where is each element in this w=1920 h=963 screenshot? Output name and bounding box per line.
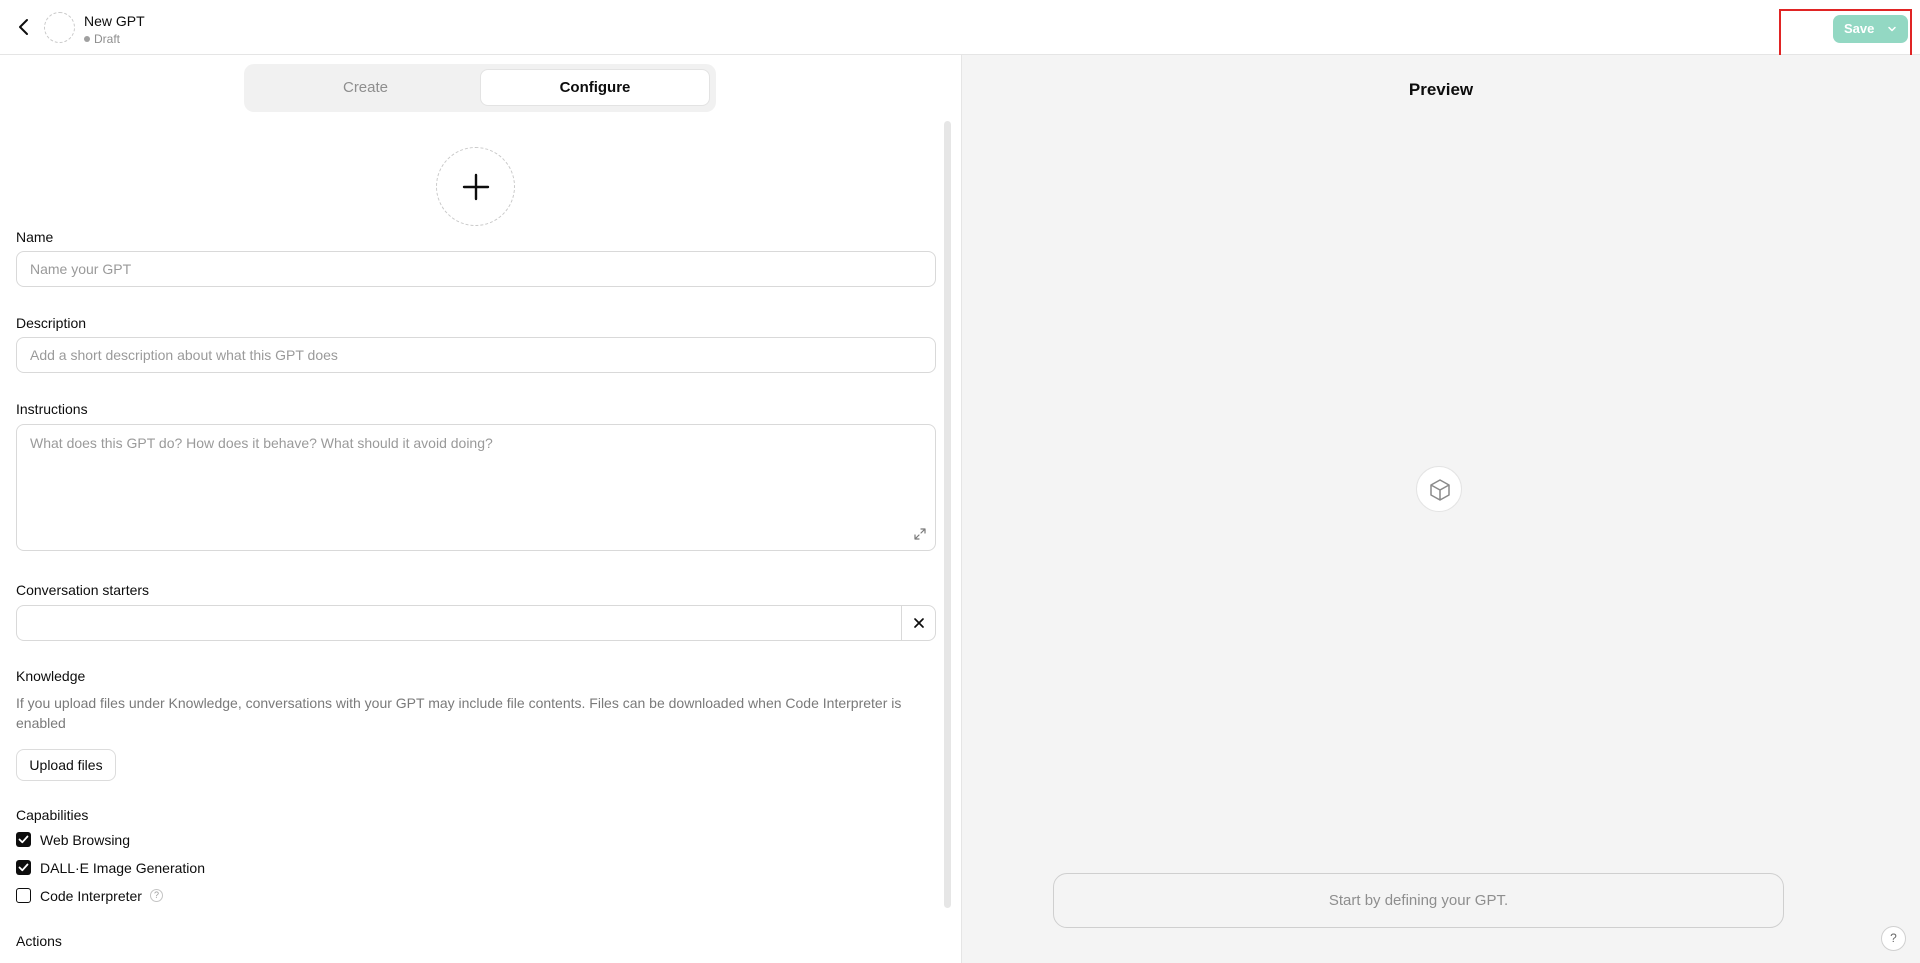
checkmark-icon bbox=[18, 863, 29, 872]
gpt-title: New GPT bbox=[84, 13, 145, 29]
back-button[interactable] bbox=[14, 17, 34, 37]
checkmark-icon bbox=[18, 835, 29, 844]
preview-title: Preview bbox=[1408, 80, 1474, 99]
dalle-label: DALL·E Image Generation bbox=[40, 860, 205, 876]
remove-starter-button[interactable] bbox=[901, 605, 936, 641]
name-label: Name bbox=[16, 229, 54, 245]
instructions-textarea[interactable] bbox=[16, 424, 936, 551]
mode-tabs: Create Configure bbox=[244, 64, 716, 112]
conversation-starter-input[interactable] bbox=[16, 605, 902, 641]
actions-label: Actions bbox=[16, 933, 62, 949]
knowledge-description: If you upload files under Knowledge, con… bbox=[16, 695, 902, 731]
conversation-starters-label: Conversation starters bbox=[16, 582, 150, 598]
code-interpreter-checkbox[interactable] bbox=[16, 888, 31, 903]
code-interpreter-help-icon[interactable]: ? bbox=[150, 889, 163, 902]
cube-icon bbox=[1430, 479, 1450, 501]
conversation-starter-row bbox=[16, 605, 936, 641]
tab-configure[interactable]: Configure bbox=[480, 69, 710, 106]
draft-status-label: Draft bbox=[94, 32, 121, 46]
knowledge-label: Knowledge bbox=[16, 668, 86, 684]
code-interpreter-label: Code Interpreter bbox=[40, 888, 142, 904]
plus-icon bbox=[462, 173, 490, 201]
description-label: Description bbox=[16, 315, 87, 331]
preview-message-input[interactable]: Start by defining your GPT. bbox=[1053, 873, 1784, 928]
save-button-label: Save bbox=[1844, 21, 1875, 36]
gpt-avatar-placeholder bbox=[44, 12, 75, 43]
capabilities-label: Capabilities bbox=[16, 807, 89, 823]
upload-files-button[interactable]: Upload files bbox=[16, 749, 116, 781]
tab-create[interactable]: Create bbox=[252, 69, 479, 106]
name-input[interactable] bbox=[16, 251, 936, 287]
description-input[interactable] bbox=[16, 337, 936, 373]
preview-panel: Preview Start by defining your GPT. bbox=[962, 55, 1920, 963]
scrollbar[interactable] bbox=[944, 121, 951, 908]
preview-gpt-logo bbox=[1416, 466, 1462, 512]
chevron-down-icon bbox=[1888, 26, 1896, 32]
web-browsing-checkbox[interactable] bbox=[16, 832, 31, 847]
draft-status: Draft bbox=[84, 32, 120, 46]
save-button[interactable]: Save bbox=[1833, 15, 1908, 43]
close-icon bbox=[914, 618, 924, 628]
configure-panel: Create Configure Name Description Instru… bbox=[0, 55, 961, 963]
back-arrow-icon bbox=[19, 19, 28, 35]
dalle-checkbox[interactable] bbox=[16, 860, 31, 875]
status-dot bbox=[84, 36, 90, 42]
web-browsing-label: Web Browsing bbox=[40, 832, 131, 848]
instructions-label: Instructions bbox=[16, 401, 88, 417]
help-button[interactable]: ? bbox=[1881, 926, 1906, 951]
add-image-button[interactable] bbox=[436, 147, 515, 226]
expand-icon[interactable] bbox=[913, 527, 927, 541]
top-bar: New GPT Draft Save bbox=[0, 0, 1920, 58]
